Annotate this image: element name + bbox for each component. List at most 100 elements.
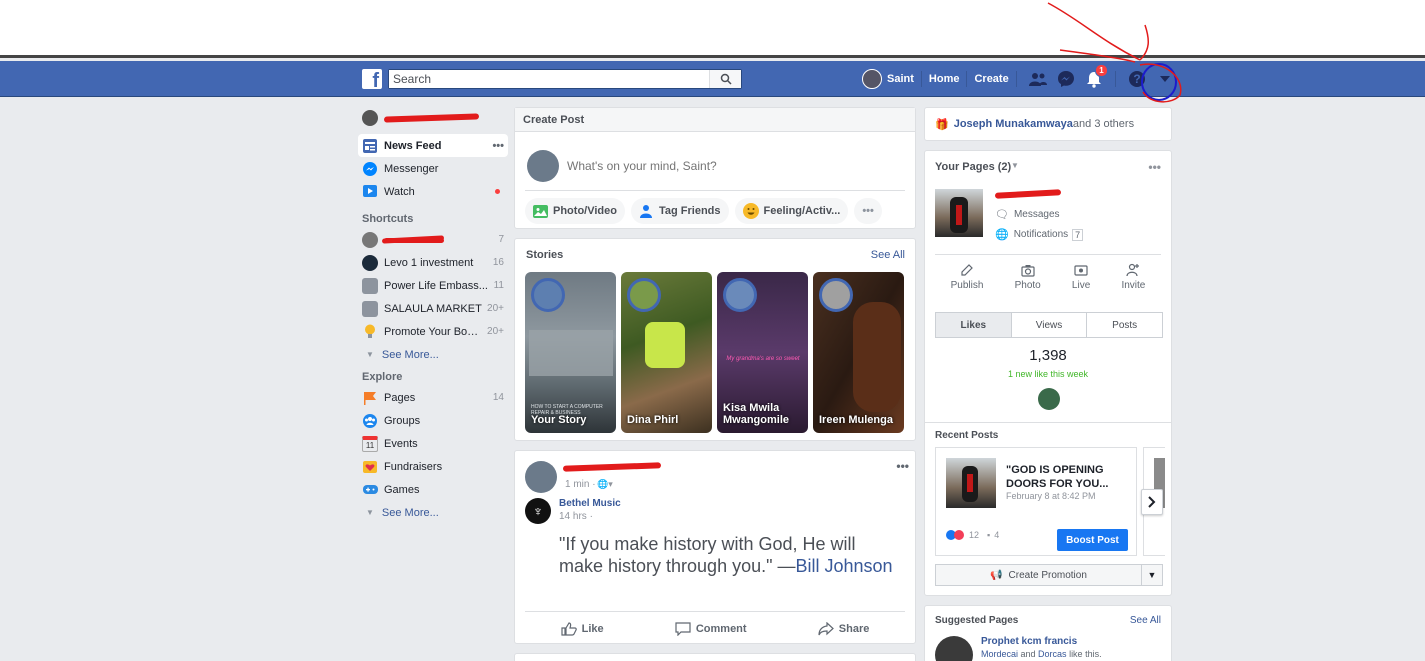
photo-button[interactable]: Photo bbox=[1015, 263, 1041, 291]
like-button[interactable]: Like bbox=[561, 622, 604, 636]
facebook-logo[interactable]: f bbox=[362, 69, 382, 89]
story-dina-phirl[interactable]: Dina Phirl bbox=[621, 272, 712, 433]
nav-create[interactable]: Create bbox=[974, 73, 1008, 85]
shortcut-item[interactable]: Levo 1 investment 16 bbox=[358, 251, 508, 274]
sidebar-item-fundraisers[interactable]: Fundraisers bbox=[358, 455, 508, 478]
friend-link[interactable]: Dorcas bbox=[1038, 649, 1067, 659]
love-reaction-icon bbox=[954, 530, 964, 540]
page-messages-link[interactable]: 🗨 Messages bbox=[995, 208, 1060, 221]
page-invites-card[interactable]: 🎁 Joseph Munakamwaya and 3 others bbox=[924, 107, 1172, 141]
shared-page-name[interactable]: Bethel Music bbox=[559, 498, 621, 509]
carousel-next-button[interactable] bbox=[1141, 489, 1163, 515]
left-sidebar: News Feed ••• Messenger Watch Shortcuts … bbox=[358, 106, 508, 524]
divider bbox=[925, 422, 1171, 423]
action-label: Comment bbox=[695, 623, 747, 635]
story-your-story[interactable]: HOW TO START A COMPUTER REPAIR & BUSINES… bbox=[525, 272, 616, 433]
suggested-page-name[interactable]: Prophet kcm francis bbox=[981, 636, 1077, 647]
notifications-icon[interactable]: 1 bbox=[1083, 64, 1108, 90]
comment-count: 4 bbox=[994, 530, 1000, 540]
sidebar-item-messenger[interactable]: Messenger bbox=[358, 157, 508, 180]
story-avatar bbox=[627, 278, 661, 312]
chevron-down-icon: ▼ bbox=[366, 508, 374, 517]
story-ireen-mulenga[interactable]: Ireen Mulenga bbox=[813, 272, 904, 433]
shortcut-label: Levo 1 investment bbox=[384, 256, 474, 269]
create-post-card: Create Post Photo/Video Tag Friends Feel… bbox=[514, 107, 916, 229]
sidebar-item-watch[interactable]: Watch bbox=[358, 180, 508, 203]
shortcut-count: 11 bbox=[493, 280, 504, 291]
feeling-activity-button[interactable]: Feeling/Activ... bbox=[734, 198, 849, 224]
help-icon[interactable]: ? bbox=[1126, 68, 1148, 90]
shortcut-item[interactable]: Promote Your Book... 20+ bbox=[358, 320, 508, 343]
page-notifications-link[interactable]: 🌐 Notifications 7 bbox=[995, 228, 1084, 241]
gift-icon: 🎁 bbox=[935, 118, 949, 131]
friend-requests-icon[interactable] bbox=[1027, 68, 1049, 90]
invite-button[interactable]: Invite bbox=[1121, 263, 1145, 291]
your-pages-title[interactable]: Your Pages (2) bbox=[935, 161, 1011, 173]
new-liker-avatar[interactable] bbox=[1038, 388, 1060, 410]
friend-link[interactable]: Mordecai bbox=[981, 649, 1018, 659]
stories-see-all-link[interactable]: See All bbox=[871, 249, 905, 261]
see-more-explore-link[interactable]: ▼ See More... bbox=[358, 501, 508, 524]
shortcut-count: 16 bbox=[492, 257, 504, 268]
recent-post-card[interactable]: "GOD IS OPENING DOORS FOR YOU... Februar… bbox=[935, 447, 1137, 556]
post-timestamp: 1 min · bbox=[565, 479, 596, 490]
new-indicator-dot bbox=[495, 189, 500, 194]
post-composer-input[interactable] bbox=[567, 159, 903, 173]
search-input[interactable] bbox=[389, 70, 709, 88]
story-caption: My grandma's are so sweet bbox=[726, 356, 800, 362]
more-options-button[interactable]: ••• bbox=[854, 198, 882, 224]
publish-button[interactable]: Publish bbox=[951, 263, 983, 291]
sidebar-item-groups[interactable]: Groups bbox=[358, 409, 508, 432]
messenger-icon[interactable] bbox=[1055, 68, 1077, 90]
live-button[interactable]: Live bbox=[1072, 263, 1090, 291]
profile-link[interactable] bbox=[358, 106, 508, 130]
account-dropdown-icon[interactable] bbox=[1154, 68, 1176, 90]
nav-home[interactable]: Home bbox=[929, 73, 960, 85]
recent-post-date: February 8 at 8:42 PM bbox=[1006, 491, 1096, 501]
browser-top-area bbox=[0, 0, 1425, 58]
create-promotion-button[interactable]: 📢 Create Promotion bbox=[936, 565, 1142, 585]
your-pages-card: Your Pages (2) ▼ ••• 🗨 Messages 🌐 Notifi… bbox=[924, 150, 1172, 596]
photo-video-button[interactable]: Photo/Video bbox=[525, 198, 625, 224]
see-more-label: See More... bbox=[381, 348, 439, 361]
shortcut-count: 7 bbox=[498, 234, 504, 245]
action-label: Live bbox=[1071, 280, 1091, 291]
more-options-icon[interactable]: ••• bbox=[492, 140, 504, 152]
suggested-see-all-link[interactable]: See All bbox=[1130, 615, 1161, 626]
see-more-shortcuts-link[interactable]: ▼ See More... bbox=[358, 343, 508, 366]
story-name: Your Story bbox=[531, 414, 587, 426]
tab-likes[interactable]: Likes bbox=[936, 313, 1012, 337]
comment-button[interactable]: Comment bbox=[675, 622, 747, 636]
story-name: Dina Phirl bbox=[627, 414, 679, 426]
sidebar-item-label: Messenger bbox=[384, 162, 439, 175]
promotion-dropdown-button[interactable]: ▼ bbox=[1142, 565, 1162, 585]
sidebar-item-games[interactable]: Games bbox=[358, 478, 508, 501]
sidebar-item-news-feed[interactable]: News Feed ••• bbox=[358, 134, 508, 157]
shortcut-item[interactable]: 7 bbox=[358, 228, 508, 251]
post-options-icon[interactable]: ••• bbox=[896, 459, 909, 473]
boost-post-button[interactable]: Boost Post bbox=[1057, 529, 1128, 551]
top-navigation-bar: f Saint Home Create 1 ? bbox=[0, 61, 1425, 97]
shortcut-item[interactable]: SALAULA MARKET 20+ bbox=[358, 297, 508, 320]
page-profile-picture[interactable] bbox=[935, 189, 983, 237]
avatar bbox=[862, 69, 882, 89]
tab-posts[interactable]: Posts bbox=[1087, 313, 1162, 337]
suggested-page-avatar[interactable] bbox=[935, 636, 973, 661]
sidebar-item-label: Watch bbox=[384, 185, 415, 198]
photo-icon bbox=[533, 204, 548, 218]
nav-profile-link[interactable]: Saint bbox=[862, 69, 914, 89]
tab-views[interactable]: Views bbox=[1012, 313, 1088, 337]
sidebar-item-pages[interactable]: Pages 14 bbox=[358, 386, 508, 409]
more-options-icon[interactable]: ••• bbox=[1148, 160, 1161, 174]
story-name: Ireen Mulenga bbox=[819, 414, 893, 426]
story-avatar bbox=[723, 278, 757, 312]
story-kisa-mwila[interactable]: My grandma's are so sweet Kisa Mwila Mwa… bbox=[717, 272, 808, 433]
quote-author-link[interactable]: Bill Johnson bbox=[796, 556, 893, 576]
shortcut-item[interactable]: Power Life Embass... 11 bbox=[358, 274, 508, 297]
sidebar-item-events[interactable]: 11 Events bbox=[358, 432, 508, 455]
stats-tabs: Likes Views Posts bbox=[935, 312, 1163, 338]
share-button[interactable]: Share bbox=[818, 622, 869, 636]
search-button[interactable] bbox=[709, 70, 741, 88]
tag-friends-button[interactable]: Tag Friends bbox=[630, 198, 729, 224]
invite-name[interactable]: Joseph Munakamwaya bbox=[954, 118, 1073, 130]
